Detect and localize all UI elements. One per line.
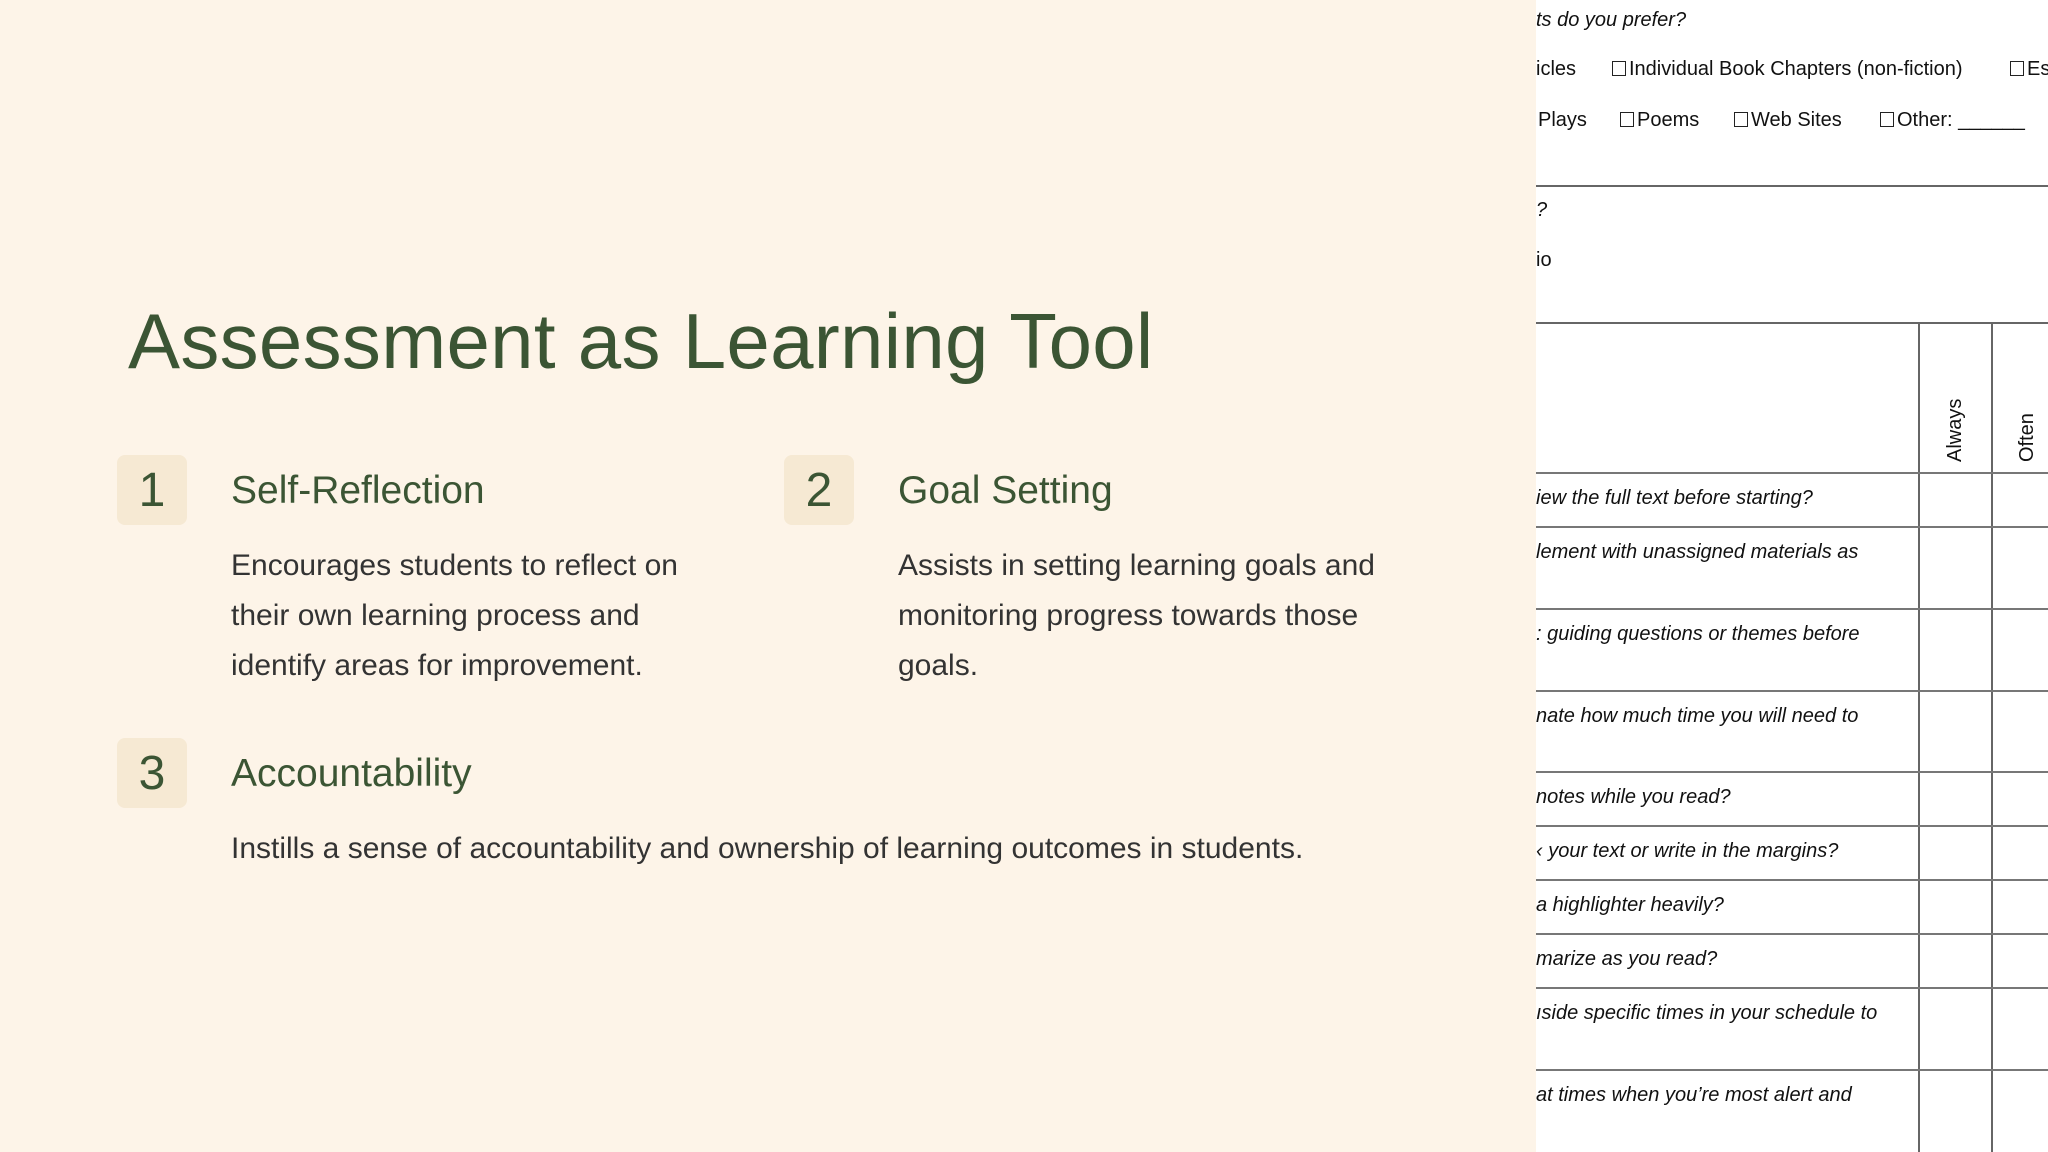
form-option-web-sites: Web Sites: [1734, 109, 1842, 132]
column-header-often: Often: [2016, 413, 2038, 462]
item-description: Assists in setting learning goals and mo…: [898, 549, 1375, 682]
form-table-top-border: [1536, 322, 2048, 324]
form-divider: [1536, 185, 2048, 187]
table-row: ıside specific times in your schedule to: [1536, 1002, 1878, 1024]
item-heading: Self-Reflection: [231, 469, 485, 512]
checkbox-icon: [1612, 61, 1626, 76]
table-row: notes while you read?: [1536, 786, 1731, 808]
item-number-badge: 1: [117, 455, 187, 525]
table-row: marize as you read?: [1536, 948, 1718, 970]
checkbox-icon: [1734, 112, 1748, 127]
slide-content: Assessment as Learning Tool 1 Self-Refle…: [0, 0, 1536, 1152]
item-number-badge: 2: [784, 455, 854, 525]
table-row-line: [1536, 933, 2048, 935]
slide-title: Assessment as Learning Tool: [128, 297, 1154, 385]
checkbox-icon: [1620, 112, 1634, 127]
table-row-line: [1536, 690, 2048, 692]
checkbox-icon: [2010, 61, 2024, 76]
form-option-articles: icles: [1536, 58, 1577, 80]
table-row-line: [1536, 987, 2048, 989]
table-row: a highlighter heavily?: [1536, 894, 1724, 916]
table-row: at times when you’re most alert and: [1536, 1084, 1852, 1106]
table-row: iew the full text before starting?: [1536, 487, 1813, 509]
form-option-other: Other: ______: [1880, 109, 2025, 132]
item-description: Encourages students to reflect on their …: [231, 549, 678, 682]
table-row-line: [1536, 825, 2048, 827]
table-row-line: [1536, 879, 2048, 881]
table-row: lement with unassigned materials as: [1536, 541, 1859, 563]
form-option-es: Es: [2010, 58, 2048, 81]
form-text-fragment: io: [1536, 249, 1552, 271]
item-number-badge: 3: [117, 738, 187, 808]
form-column-divider: [1991, 322, 1993, 1152]
table-row: nate how much time you will need to: [1536, 705, 1859, 727]
table-row: : guiding questions or themes before: [1536, 623, 1860, 645]
item-heading: Accountability: [231, 752, 472, 795]
table-row-line: [1536, 526, 2048, 528]
table-row-line: [1536, 1069, 2048, 1071]
checkbox-icon: [1880, 112, 1894, 127]
item-description: Instills a sense of accountability and o…: [231, 832, 1304, 865]
item-heading: Goal Setting: [898, 469, 1113, 512]
table-row: ‹ your text or write in the margins?: [1536, 840, 1839, 862]
form-question: ts do you prefer?: [1536, 9, 1687, 31]
table-row-line: [1536, 771, 2048, 773]
table-row-line: [1536, 472, 2048, 474]
table-row-line: [1536, 608, 2048, 610]
column-header-always: Always: [1944, 398, 1966, 462]
form-question: ?: [1536, 199, 1548, 221]
form-option-plays: Plays: [1538, 109, 1587, 131]
form-column-divider: [1918, 322, 1920, 1152]
survey-form-image: ts do you prefer? icles Individual Book …: [1536, 0, 2048, 1152]
form-option-poems: Poems: [1620, 109, 1699, 132]
form-option-book-chapters: Individual Book Chapters (non-fiction): [1612, 58, 1963, 81]
